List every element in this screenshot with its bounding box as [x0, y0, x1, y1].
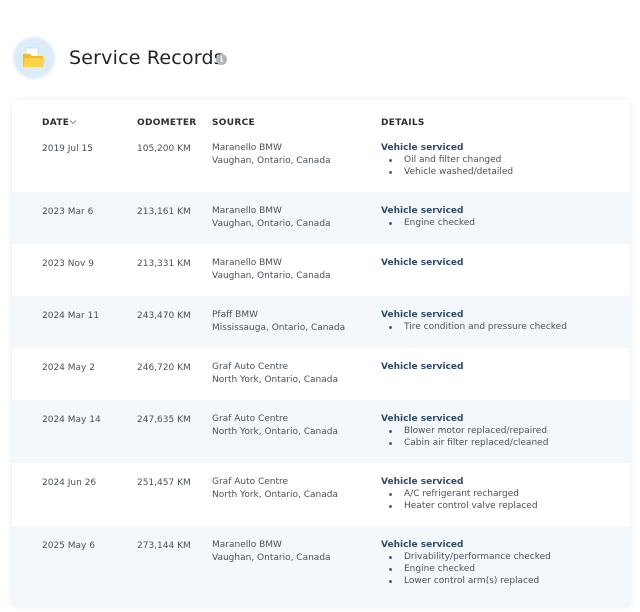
row-odometer: 105,200 KM	[137, 144, 191, 154]
row-date: 2025 May 6	[42, 541, 95, 551]
source-location: North York, Ontario, Canada	[212, 426, 338, 437]
details-item: Oil and filter changed	[381, 154, 513, 166]
details-item: Engine checked	[381, 217, 475, 229]
details-title: Vehicle serviced	[381, 310, 464, 320]
source-location: Mississauga, Ontario, Canada	[212, 322, 346, 333]
chevron-down-icon[interactable]	[69, 118, 77, 126]
details-title: Vehicle serviced	[381, 362, 464, 372]
row-date: 2024 May 14	[42, 415, 101, 425]
row-odometer: 251,457 KM	[137, 478, 191, 488]
details-item: Heater control valve replaced	[381, 500, 538, 512]
column-header-source: SOURCE	[212, 118, 255, 128]
page-title: Service Records	[69, 47, 224, 69]
details-item: Cabin air filter replaced/cleaned	[381, 437, 548, 449]
details-item: Lower control arm(s) replaced	[381, 575, 551, 587]
table-row: 2023 Nov 9 213,331 KM Maranello BMW Vaug…	[12, 244, 630, 296]
source-name: Maranello BMW	[212, 540, 282, 550]
source-name: Pfaff BMW	[212, 310, 259, 320]
column-header-odometer: ODOMETER	[137, 118, 197, 128]
row-date: 2023 Nov 9	[42, 259, 94, 269]
folder-icon	[14, 38, 54, 78]
row-details: Vehicle serviced	[381, 257, 463, 269]
column-header-details: DETAILS	[381, 118, 425, 128]
source-location: Vaughan, Ontario, Canada	[212, 270, 331, 281]
details-item: Vehicle washed/detailed	[381, 166, 513, 178]
source-name: Graf Auto Centre	[212, 477, 289, 487]
row-date: 2019 Jul 15	[42, 144, 93, 154]
details-title: Vehicle serviced	[381, 414, 464, 424]
row-odometer: 273,144 KM	[137, 541, 191, 551]
table-row: 2024 Mar 11 243,470 KM Pfaff BMW Mississ…	[12, 296, 630, 348]
details-item: Blower motor replaced/repaired	[381, 425, 548, 437]
row-date: 2024 May 2	[42, 363, 95, 373]
details-title: Vehicle serviced	[381, 143, 464, 153]
details-title: Vehicle serviced	[381, 206, 464, 216]
details-item: Tire condition and pressure checked	[381, 321, 567, 333]
source-location: North York, Ontario, Canada	[212, 489, 338, 500]
table-row: 2024 Jun 26 251,457 KM Graf Auto Centre …	[12, 463, 630, 526]
details-title: Vehicle serviced	[381, 477, 464, 487]
table-row: 2024 May 14 247,635 KM Graf Auto Centre …	[12, 400, 630, 463]
row-source: Maranello BMW Vaughan, Ontario, Canada	[212, 142, 331, 167]
row-source: Graf Auto Centre North York, Ontario, Ca…	[212, 476, 338, 501]
row-source: Pfaff BMW Mississauga, Ontario, Canada	[212, 309, 345, 334]
row-details: Vehicle serviced Blower motor replaced/r…	[381, 413, 548, 449]
row-odometer: 247,635 KM	[137, 415, 191, 425]
row-details: Vehicle serviced	[381, 361, 463, 373]
row-odometer: 243,470 KM	[137, 311, 191, 321]
row-date: 2024 Jun 26	[42, 478, 97, 488]
row-odometer: 213,161 KM	[137, 207, 191, 217]
source-name: Maranello BMW	[212, 206, 282, 216]
row-source: Maranello BMW Vaughan, Ontario, Canada	[212, 539, 331, 564]
details-title: Vehicle serviced	[381, 258, 464, 268]
details-item: Engine checked	[381, 563, 551, 575]
row-source: Graf Auto Centre North York, Ontario, Ca…	[212, 413, 338, 438]
row-details: Vehicle serviced A/C refrigerant recharg…	[381, 476, 538, 512]
row-odometer: 246,720 KM	[137, 363, 191, 373]
row-details: Vehicle serviced Tire condition and pres…	[381, 309, 567, 333]
service-records-table: DATE ODOMETER SOURCE DETAILS 2019 Jul 15…	[12, 100, 630, 606]
row-details: Vehicle serviced Drivability/performance…	[381, 539, 551, 587]
row-source: Maranello BMW Vaughan, Ontario, Canada	[212, 205, 331, 230]
details-title: Vehicle serviced	[381, 540, 464, 550]
row-odometer: 213,331 KM	[137, 259, 191, 269]
source-location: Vaughan, Ontario, Canada	[212, 552, 331, 563]
source-location: Vaughan, Ontario, Canada	[212, 155, 331, 166]
row-details: Vehicle serviced Engine checked	[381, 205, 475, 229]
row-date: 2024 Mar 11	[42, 311, 100, 321]
source-location: North York, Ontario, Canada	[212, 374, 338, 385]
source-name: Graf Auto Centre	[212, 414, 289, 424]
source-location: Vaughan, Ontario, Canada	[212, 218, 331, 229]
table-header: DATE ODOMETER SOURCE DETAILS	[12, 100, 630, 142]
details-item: Drivability/performance checked	[381, 551, 551, 563]
table-row: 2025 May 6 273,144 KM Maranello BMW Vaug…	[12, 526, 630, 606]
source-name: Graf Auto Centre	[212, 362, 289, 372]
table-row: 2023 Mar 6 213,161 KM Maranello BMW Vaug…	[12, 192, 630, 244]
details-item: A/C refrigerant recharged	[381, 488, 538, 500]
column-header-date[interactable]: DATE	[42, 118, 69, 128]
source-name: Maranello BMW	[212, 258, 282, 268]
source-name: Maranello BMW	[212, 143, 282, 153]
row-source: Graf Auto Centre North York, Ontario, Ca…	[212, 361, 338, 386]
table-row: 2024 May 2 246,720 KM Graf Auto Centre N…	[12, 348, 630, 400]
row-date: 2023 Mar 6	[42, 207, 94, 217]
row-source: Maranello BMW Vaughan, Ontario, Canada	[212, 257, 331, 282]
table-row: 2019 Jul 15 105,200 KM Maranello BMW Vau…	[12, 142, 630, 192]
page-header: Service Records i	[14, 38, 614, 82]
row-details: Vehicle serviced Oil and filter changed …	[381, 142, 513, 178]
info-icon[interactable]: i	[216, 54, 227, 65]
